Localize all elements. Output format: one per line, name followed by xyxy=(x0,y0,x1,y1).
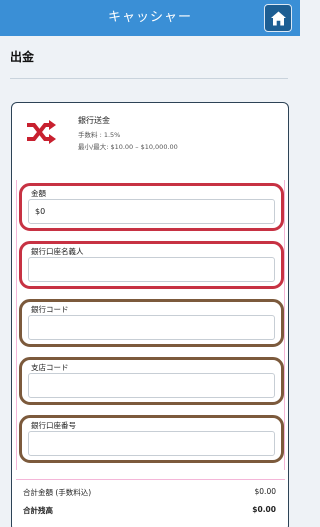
method-name: 銀行送金 xyxy=(78,116,110,125)
amount-label: 金額 xyxy=(31,189,46,198)
account-name-label: 銀行口座名義人 xyxy=(31,247,84,256)
bank-code-input[interactable] xyxy=(28,315,275,340)
method-limits: 最小/最大: $10.00 – $10,000.00 xyxy=(78,143,178,151)
method-fee: 手数料 : 1.5% xyxy=(78,131,121,139)
amount-input[interactable]: $0 xyxy=(28,199,275,224)
header-title: キャッシャー xyxy=(107,10,192,25)
bank-code-field: 銀行コード xyxy=(19,299,284,347)
account-number-field: 銀行口座番号 xyxy=(19,415,284,463)
page-title: 出金 xyxy=(10,50,35,64)
home-icon xyxy=(271,11,286,26)
withdrawal-card: 銀行送金 手数料 : 1.5% 最小/最大: $10.00 – $10,000.… xyxy=(11,102,289,527)
header-bar: キャッシャー xyxy=(0,0,300,36)
total-amount-value: $0.00 xyxy=(254,487,276,496)
highlight-strip xyxy=(284,180,285,470)
account-name-input[interactable] xyxy=(28,257,275,282)
branch-code-label: 支店コード xyxy=(31,363,69,372)
branch-code-input[interactable] xyxy=(28,373,275,398)
total-balance-value: $0.00 xyxy=(252,505,276,514)
account-number-label: 銀行口座番号 xyxy=(31,421,76,430)
home-button[interactable] xyxy=(264,4,292,32)
account-number-input[interactable] xyxy=(28,431,275,456)
branch-code-field: 支店コード xyxy=(19,357,284,405)
total-balance-label: 合計残高 xyxy=(23,506,53,515)
highlight-strip xyxy=(16,180,17,470)
total-amount-label: 合計金額 (手数料込) xyxy=(23,488,92,497)
divider xyxy=(10,78,288,79)
amount-field: 金額 $0 xyxy=(19,183,284,231)
highlight-strip xyxy=(16,479,285,480)
account-name-field: 銀行口座名義人 xyxy=(19,241,284,289)
shuffle-icon xyxy=(27,120,56,144)
bank-code-label: 銀行コード xyxy=(31,305,69,314)
